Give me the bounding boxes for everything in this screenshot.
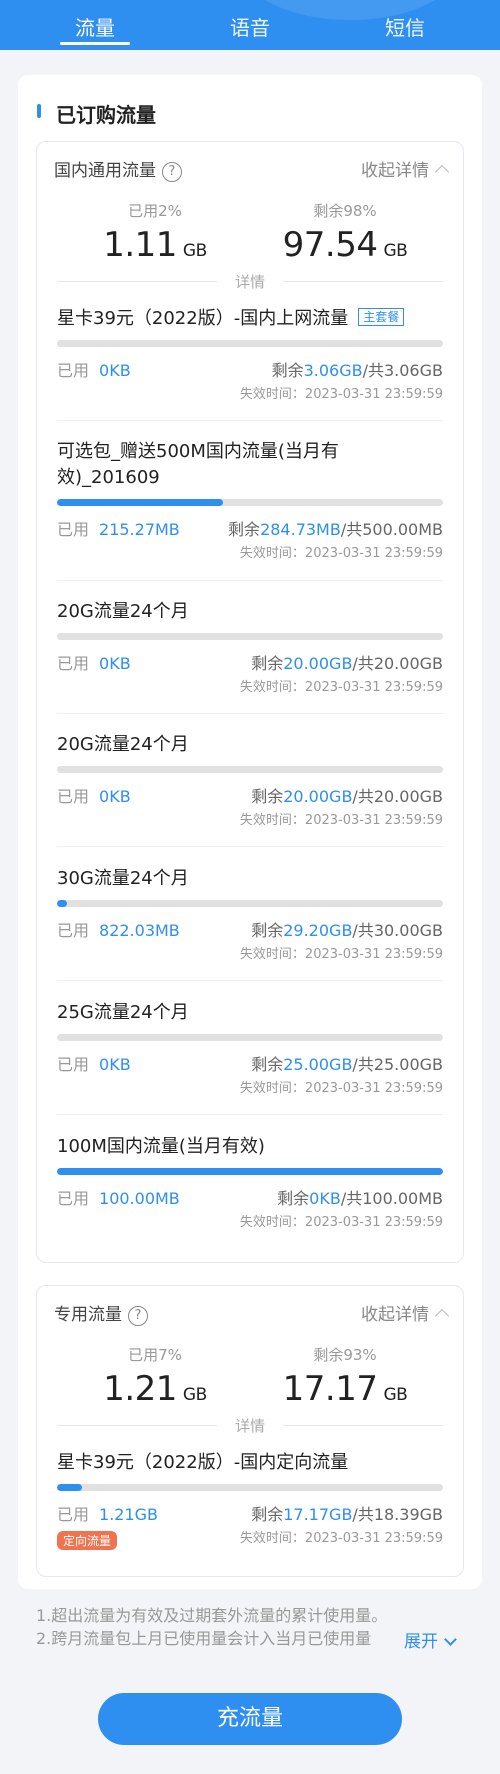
used-summary: 已用2% 1.11 GB	[103, 202, 207, 265]
group-name: 专用流量?	[54, 1300, 148, 1326]
remaining-summary: 剩余98% 97.54 GB	[282, 202, 408, 265]
detail-divider: 详情	[57, 1415, 443, 1435]
help-icon[interactable]: ?	[128, 1306, 148, 1326]
tab-sms[interactable]: 短信	[345, 12, 465, 41]
progress-fill	[57, 900, 68, 907]
expire-time: 失效时间：2023-03-31 23:59:59	[239, 1215, 443, 1230]
chevron-down-icon	[444, 1633, 457, 1646]
tab-voice[interactable]: 语音	[190, 12, 310, 41]
usage-notes: 1.超出流量为有效及过期套外流量的累计使用量。 2.跨月流量包上月已使用量会计入…	[36, 1606, 388, 1648]
list-item: 100M国内流量(当月有效) 已用 100.00MB 剩余0KB/共100.00M…	[57, 1136, 443, 1230]
list-item: 20G流量24个月 已用 0KB 剩余20.00GB/共20.00GB 失效时间：…	[57, 601, 443, 695]
expire-time: 失效时间：2023-03-31 23:59:59	[239, 947, 443, 962]
directional-data-tag: 定向流量	[57, 1531, 118, 1550]
chevron-up-icon	[434, 164, 450, 180]
list-item: 星卡39元（2022版）-国内上网流量 主套餐 已用 0KB 剩余3.06GB/共3…	[57, 308, 443, 402]
usage-progress-bar	[57, 1484, 443, 1491]
list-item: 25G流量24个月 已用 0KB 剩余25.00GB/共25.00GB 失效时间：…	[57, 1002, 443, 1096]
special-data-group: 专用流量? 收起详情 已用7% 1.21 GB 剩余93% 17.17 GB 详情 …	[36, 1285, 464, 1577]
progress-fill	[57, 1168, 443, 1175]
recharge-data-button[interactable]: 充流量	[98, 1693, 402, 1745]
usage-progress-bar	[57, 1034, 443, 1041]
help-icon[interactable]: ?	[162, 162, 182, 182]
group-name: 国内通用流量?	[54, 156, 182, 182]
title-accent-bar	[37, 104, 41, 118]
subscribed-data-card: 已订购流量 国内通用流量? 收起详情 已用2% 1.11 GB 剩余98% 97.…	[18, 75, 482, 1589]
remaining-summary: 剩余93% 17.17 GB	[282, 1346, 408, 1409]
used-summary: 已用7% 1.21 GB	[103, 1346, 207, 1409]
main-plan-badge: 主套餐	[358, 308, 405, 326]
list-item: 20G流量24个月 已用 0KB 剩余20.00GB/共20.00GB 失效时间：…	[57, 734, 443, 828]
usage-progress-bar	[57, 900, 443, 907]
collapse-details-button[interactable]: 收起详情	[361, 1300, 450, 1325]
top-tab-bar: 流量 语音 短信	[0, 0, 500, 50]
expire-time: 失效时间：2023-03-31 23:59:59	[239, 813, 443, 828]
progress-fill	[57, 1484, 83, 1491]
tab-data[interactable]: 流量	[35, 12, 155, 41]
chevron-up-icon	[434, 1308, 450, 1324]
usage-progress-bar	[57, 633, 443, 640]
detail-divider: 详情	[57, 271, 443, 291]
expire-time: 失效时间：2023-03-31 23:59:59	[239, 387, 443, 402]
list-item: 30G流量24个月 已用 822.03MB 剩余29.20GB/共30.00GB …	[57, 868, 443, 962]
collapse-details-button[interactable]: 收起详情	[361, 156, 450, 181]
section-title: 已订购流量	[37, 99, 156, 128]
list-item: 可选包_赠送500M国内流量(当月有效)_201609 已用 215.27MB 剩…	[57, 441, 443, 561]
domestic-data-group: 国内通用流量? 收起详情 已用2% 1.11 GB 剩余98% 97.54 GB 详…	[36, 141, 464, 1263]
expire-time: 失效时间：2023-03-31 23:59:59	[239, 1081, 443, 1096]
usage-progress-bar	[57, 766, 443, 773]
usage-progress-bar	[57, 1168, 443, 1175]
progress-fill	[57, 499, 223, 506]
expire-time: 失效时间：2023-03-31 23:59:59	[239, 680, 443, 695]
list-item: 星卡39元（2022版）-国内定向流量 已用 1.21GB 剩余17.17GB/共…	[57, 1452, 443, 1550]
usage-progress-bar	[57, 499, 443, 506]
expire-time: 失效时间：2023-03-31 23:59:59	[239, 546, 443, 561]
active-tab-indicator	[60, 42, 130, 45]
usage-progress-bar	[57, 340, 443, 347]
expand-notes-button[interactable]: 展开	[404, 1627, 457, 1652]
